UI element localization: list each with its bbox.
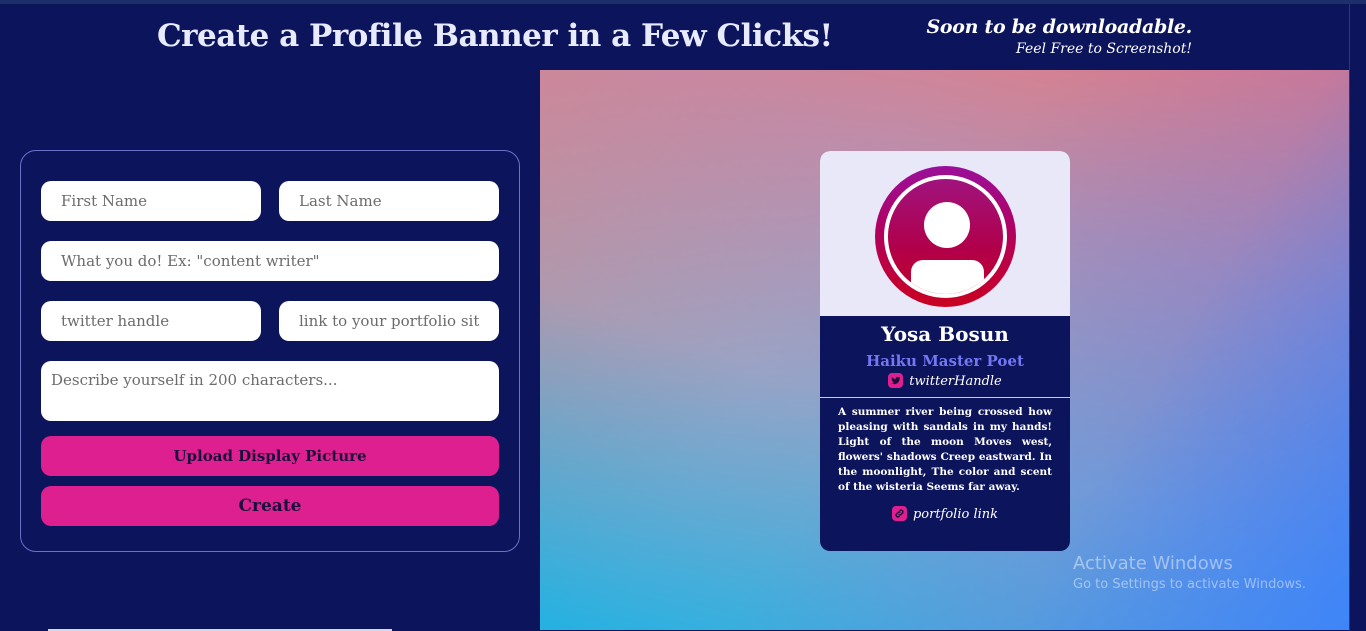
- activation-watermark: Activate Windows Go to Settings to activ…: [1073, 553, 1306, 592]
- card-twitter: twitterHandle: [820, 373, 1070, 389]
- twitter-handle-input[interactable]: [41, 301, 261, 341]
- banner-form: Upload Display Picture Create: [20, 150, 520, 552]
- download-notice-line2: Feel Free to Screenshot!: [1016, 41, 1192, 57]
- page-header: Create a Profile Banner in a Few Clicks!…: [0, 4, 1349, 70]
- create-button[interactable]: Create: [41, 486, 499, 526]
- download-notice-line1: Soon to be downloadable.: [926, 16, 1193, 38]
- role-input[interactable]: [41, 241, 499, 281]
- avatar-head: [924, 202, 970, 248]
- user-avatar-icon: [875, 166, 1016, 307]
- avatar-inner: [884, 175, 1007, 298]
- avatar-body: [911, 260, 984, 294]
- watermark-line1: Activate Windows: [1073, 553, 1233, 574]
- watermark-line2: Go to Settings to activate Windows.: [1073, 577, 1306, 592]
- profile-card: Yosa Bosun Haiku Master Poet twitterHand…: [820, 151, 1070, 551]
- card-twitter-handle: twitterHandle: [909, 374, 1002, 389]
- card-name: Yosa Bosun: [881, 322, 1009, 346]
- bio-textarea[interactable]: [41, 361, 499, 421]
- first-name-input[interactable]: [41, 181, 261, 221]
- vertical-scrollbar[interactable]: [1349, 4, 1366, 631]
- card-avatar-area: [820, 151, 1070, 316]
- banner-preview: Yosa Bosun Haiku Master Poet twitterHand…: [540, 70, 1349, 630]
- card-divider: [820, 397, 1070, 398]
- link-icon: [891, 506, 907, 521]
- download-notice: Soon to be downloadable. Feel Free to Sc…: [926, 16, 1193, 57]
- twitter-icon: [888, 373, 904, 388]
- upload-picture-button[interactable]: Upload Display Picture: [41, 436, 499, 476]
- card-portfolio-link[interactable]: portfolio link: [820, 506, 1070, 522]
- last-name-input[interactable]: [279, 181, 499, 221]
- card-bio: A summer river being crossed how pleasin…: [838, 406, 1052, 493]
- page-title: Create a Profile Banner in a Few Clicks!: [157, 18, 833, 54]
- card-link-label: portfolio link: [912, 507, 999, 522]
- portfolio-link-input[interactable]: [279, 301, 499, 341]
- card-role: Haiku Master Poet: [866, 352, 1024, 370]
